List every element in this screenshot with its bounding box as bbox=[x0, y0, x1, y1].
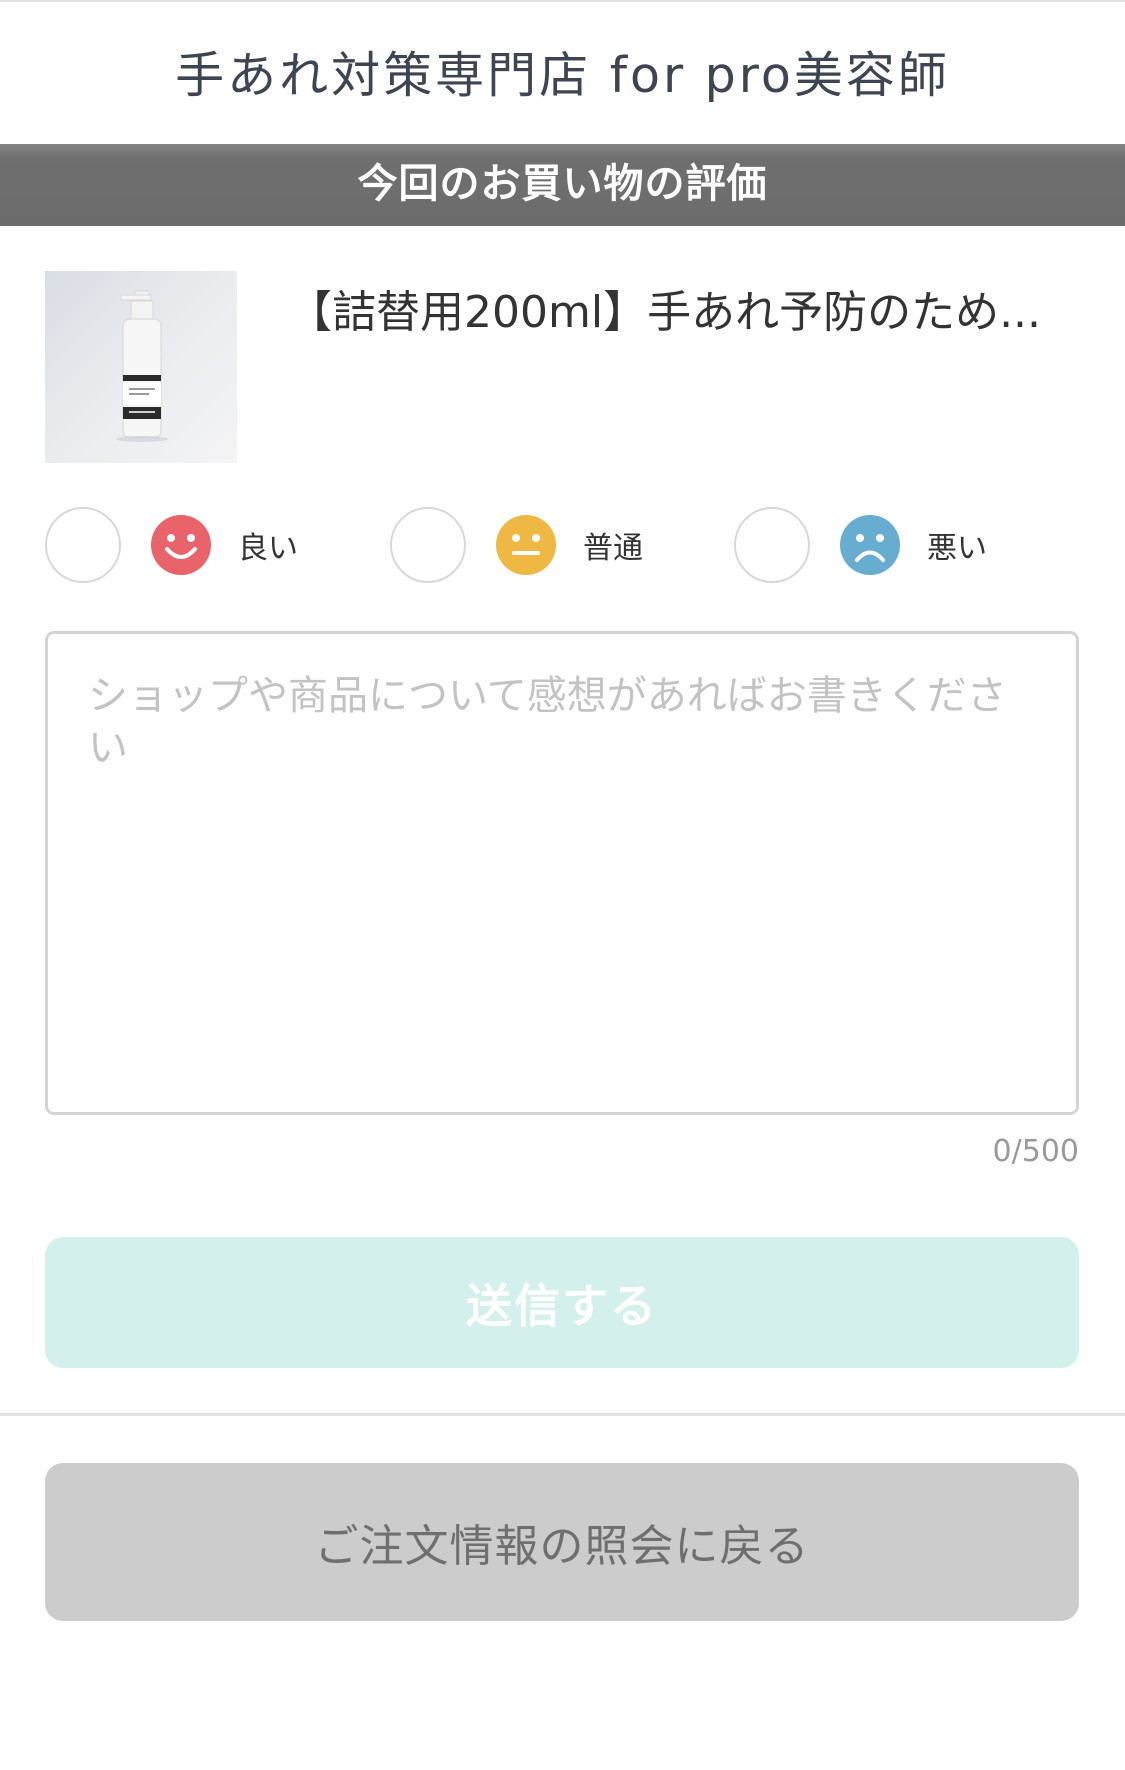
smile-face-icon bbox=[151, 515, 211, 575]
submit-button[interactable]: 送信する bbox=[45, 1237, 1079, 1368]
rating-good-label: 良い bbox=[238, 531, 298, 566]
rating-neutral-radio[interactable] bbox=[390, 507, 466, 583]
section-title: 今回のお買い物の評価 bbox=[0, 144, 1125, 226]
product-name[interactable]: 【詰替用200ml】手あれ予防のため... bbox=[288, 276, 1078, 340]
divider bbox=[0, 1413, 1125, 1416]
rating-option-neutral[interactable]: 普通 bbox=[390, 507, 690, 583]
rating-bad-radio[interactable] bbox=[734, 507, 810, 583]
rating-options: 良い 普通 悪い bbox=[0, 507, 1125, 583]
rating-option-good[interactable]: 良い bbox=[45, 507, 345, 583]
character-counter: 0/500 bbox=[992, 1134, 1079, 1169]
rating-option-bad[interactable]: 悪い bbox=[734, 507, 1034, 583]
back-to-order-button[interactable]: ご注文情報の照会に戻る bbox=[45, 1463, 1079, 1621]
rating-bad-label: 悪い bbox=[927, 531, 987, 566]
shop-name: 手あれ対策専門店 for pro美容師 bbox=[175, 47, 950, 104]
rating-neutral-label: 普通 bbox=[583, 531, 643, 566]
product-bottle-icon bbox=[116, 290, 168, 442]
neutral-face-icon bbox=[496, 515, 556, 575]
rating-good-radio[interactable] bbox=[45, 507, 121, 583]
product-image bbox=[45, 271, 237, 463]
comment-textarea[interactable] bbox=[45, 631, 1079, 1115]
top-border bbox=[0, 0, 1125, 2]
sad-face-icon bbox=[840, 515, 900, 575]
